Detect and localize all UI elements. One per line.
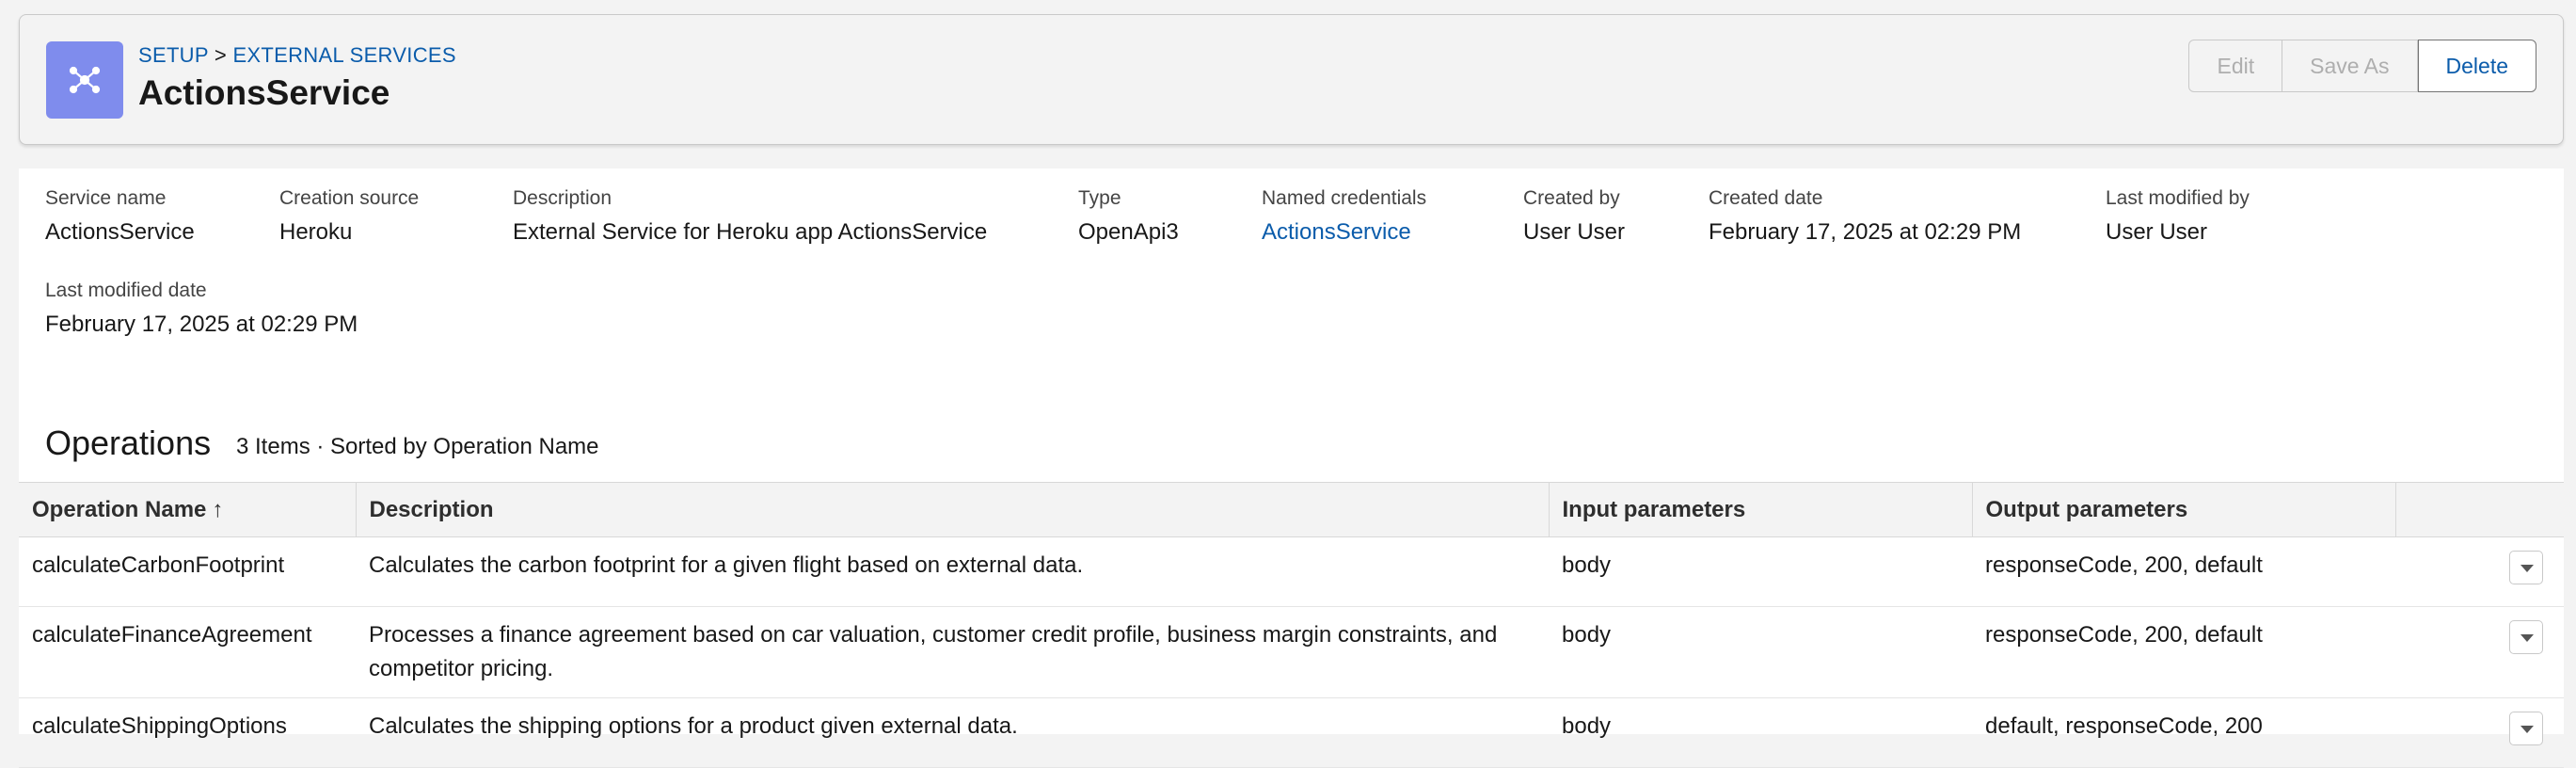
field-value: ActionsService [45, 219, 195, 245]
column-header-description[interactable]: Description [356, 482, 1550, 537]
field-value: External Service for Heroku app ActionsS… [513, 219, 988, 245]
row-actions-dropdown-icon[interactable] [2509, 712, 2543, 745]
operations-meta: 3 Items · Sorted by Operation Name [236, 434, 599, 459]
operation-name-cell: calculateShippingOptions [19, 697, 356, 768]
operation-name-cell: calculateFinanceAgreement [19, 606, 356, 698]
field-label: Last modified by [2106, 187, 2250, 209]
breadcrumb-separator: > [214, 43, 228, 67]
column-header-label: Operation Name [32, 496, 207, 522]
breadcrumb-external-services-link[interactable]: EXTERNAL SERVICES [232, 43, 455, 67]
row-actions-dropdown-icon[interactable] [2509, 551, 2543, 584]
row-actions-cell [2395, 536, 2564, 607]
row-actions-cell [2395, 606, 2564, 698]
output-parameters-cell: responseCode, 200, default [1972, 606, 2395, 698]
field-creation-source: Creation source Heroku [279, 187, 419, 246]
column-header-actions [2395, 482, 2564, 537]
description-cell: Processes a finance agreement based on c… [356, 606, 1549, 698]
output-parameters-cell: default, responseCode, 200 [1972, 697, 2395, 768]
page-header: SETUP > EXTERNAL SERVICES ActionsService… [19, 14, 2564, 145]
field-last-modified-date: Last modified date February 17, 2025 at … [45, 280, 358, 338]
column-header-operation-name[interactable]: Operation Name ↑ [19, 482, 357, 537]
description-cell: Calculates the shipping options for a pr… [356, 697, 1549, 768]
edit-button[interactable]: Edit [2188, 40, 2283, 92]
table-row: calculateCarbonFootprint Calculates the … [19, 536, 2564, 607]
input-parameters-cell: body [1549, 697, 1972, 768]
save-as-button[interactable]: Save As [2282, 40, 2418, 92]
page-title: ActionsService [138, 73, 390, 112]
field-label: Type [1078, 187, 1121, 209]
row-actions-dropdown-icon[interactable] [2509, 620, 2543, 654]
field-created-date: Created date February 17, 2025 at 02:29 … [1709, 187, 2021, 246]
delete-button[interactable]: Delete [2417, 40, 2536, 92]
field-last-modified-by: Last modified by User User [2106, 187, 2250, 246]
field-value: User User [1523, 219, 1626, 245]
table-row: calculateShippingOptions Calculates the … [19, 697, 2564, 768]
field-label: Named credentials [1262, 187, 1427, 209]
field-label: Description [513, 187, 612, 209]
output-parameters-cell: responseCode, 200, default [1972, 536, 2395, 607]
operations-table: Operation Name ↑ Description Input parame… [19, 482, 2564, 768]
field-label: Created by [1523, 187, 1620, 209]
table-row: calculateFinanceAgreement Processes a fi… [19, 606, 2564, 698]
field-value: OpenApi3 [1078, 219, 1179, 245]
operations-title: Operations [45, 424, 212, 462]
field-service-name: Service name ActionsService [45, 187, 195, 246]
field-type: Type OpenApi3 [1078, 187, 1179, 246]
row-actions-cell [2395, 697, 2564, 768]
external-service-icon [46, 41, 123, 119]
field-label: Created date [1709, 187, 1823, 209]
field-description: Description External Service for Heroku … [513, 187, 987, 246]
details-panel: Service name ActionsService Creation sou… [19, 168, 2564, 768]
operation-name-cell: calculateCarbonFootprint [19, 536, 356, 607]
breadcrumb-setup-link[interactable]: SETUP [138, 43, 208, 67]
named-credentials-link[interactable]: ActionsService [1262, 219, 1426, 246]
input-parameters-cell: body [1549, 606, 1972, 698]
field-label: Last modified date [45, 280, 207, 301]
column-header-output-parameters[interactable]: Output parameters [1972, 482, 2396, 537]
field-value: February 17, 2025 at 02:29 PM [1709, 219, 2022, 245]
sort-ascending-icon: ↑ [212, 496, 224, 522]
field-value: User User [2106, 219, 2208, 245]
field-named-credentials: Named credentials ActionsService [1262, 187, 1426, 246]
breadcrumb: SETUP > EXTERNAL SERVICES [138, 43, 456, 68]
field-value: February 17, 2025 at 02:29 PM [45, 312, 358, 337]
field-created-by: Created by User User [1523, 187, 1625, 246]
field-value: Heroku [279, 219, 353, 245]
field-label: Service name [45, 187, 167, 209]
input-parameters-cell: body [1549, 536, 1972, 607]
header-button-group: Edit Save As Delete [2188, 40, 2536, 92]
table-header-row: Operation Name ↑ Description Input parame… [19, 482, 2564, 537]
column-header-input-parameters[interactable]: Input parameters [1549, 482, 1973, 537]
field-label: Creation source [279, 187, 420, 209]
description-cell: Calculates the carbon footprint for a gi… [356, 536, 1549, 607]
